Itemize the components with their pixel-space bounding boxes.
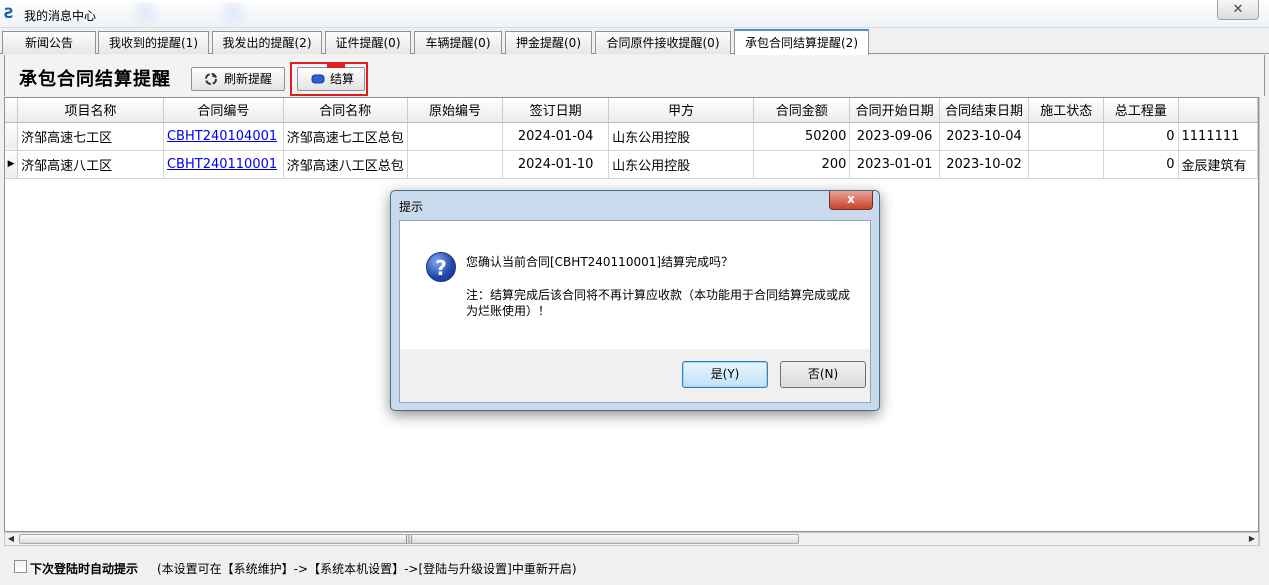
- cell-contract-number-link[interactable]: CBHT240104001: [163, 122, 284, 151]
- auto-prompt-note: (本设置可在【系统维护】->【系统本机设置】->[登陆与升级设置]中重新开启): [157, 562, 577, 576]
- row-header-corner: [5, 98, 19, 123]
- horizontal-scrollbar[interactable]: ◀ ||| ▶: [4, 532, 1259, 546]
- cell-end-date[interactable]: 2023-10-04: [939, 122, 1030, 151]
- cell-project-name[interactable]: 济邹高速七工区: [17, 122, 164, 151]
- refresh-icon: [205, 73, 217, 85]
- table-header-row: 项目名称 合同编号 合同名称 原始编号 签订日期 甲方 合同金额 合同开始日期 …: [5, 98, 1258, 123]
- cell-sign-date[interactable]: 2024-01-04: [502, 122, 610, 151]
- cell-construction-status[interactable]: [1028, 122, 1105, 151]
- background-toolbar-icon: [208, 2, 258, 26]
- dialog-close-button[interactable]: x: [829, 191, 873, 210]
- tab-vehicle-reminders[interactable]: 车辆提醒(0): [414, 31, 502, 54]
- cell-start-date[interactable]: 2023-09-06: [849, 122, 940, 151]
- column-header[interactable]: 合同开始日期: [849, 98, 940, 123]
- table-row[interactable]: 济邹高速七工区 CBHT240104001 济邹高速七工区总包 2024-01-…: [5, 122, 1258, 151]
- settle-button-label: 结算: [330, 72, 355, 86]
- dialog-title: 提示: [399, 200, 424, 214]
- panel-header: 承包合同结算提醒 刷新提醒 结算: [4, 55, 1265, 96]
- confirm-dialog: 提示 x ? 您确认当前合同[CBHT240110001]结算完成吗？ 注：结算…: [390, 190, 880, 411]
- tab-contract-original-reminders[interactable]: 合同原件接收提醒(0): [595, 31, 731, 54]
- dialog-body: ? 您确认当前合同[CBHT240110001]结算完成吗？ 注：结算完成后该合…: [399, 220, 871, 403]
- tab-certificate-reminders[interactable]: 证件提醒(0): [325, 31, 411, 54]
- scroll-right-icon[interactable]: ▶: [1246, 533, 1258, 545]
- settle-icon: [311, 74, 325, 84]
- no-button[interactable]: 否(N): [780, 361, 866, 388]
- cell-party-a[interactable]: 山东公用控股: [608, 150, 755, 179]
- column-header[interactable]: 施工状态: [1028, 98, 1105, 123]
- vertical-scrollbar[interactable]: [1259, 97, 1269, 546]
- cell-contract-number-link[interactable]: CBHT240110001: [163, 150, 284, 179]
- cell-original-number[interactable]: [407, 150, 504, 179]
- column-header[interactable]: 甲方: [608, 98, 755, 123]
- cell-sign-date[interactable]: 2024-01-10: [502, 150, 610, 179]
- settlement-table: 项目名称 合同编号 合同名称 原始编号 签订日期 甲方 合同金额 合同开始日期 …: [5, 98, 1258, 179]
- cell-construction-status[interactable]: [1028, 150, 1105, 179]
- cell-original-number[interactable]: [407, 122, 504, 151]
- column-header[interactable]: [1178, 98, 1258, 123]
- row-header[interactable]: [5, 122, 19, 151]
- cell-total-quantity[interactable]: 0: [1103, 122, 1179, 151]
- cell-end-date[interactable]: 2023-10-02: [939, 150, 1030, 179]
- column-header[interactable]: 总工程量: [1103, 98, 1179, 123]
- settle-button[interactable]: 结算: [297, 67, 365, 91]
- tab-bar: 新闻公告 我收到的提醒(1) 我发出的提醒(2) 证件提醒(0) 车辆提醒(0)…: [0, 28, 1269, 55]
- cell-start-date[interactable]: 2023-01-01: [849, 150, 940, 179]
- dialog-button-bar: 是(Y) 否(N): [400, 349, 870, 402]
- refresh-button-label: 刷新提醒: [224, 72, 273, 86]
- panel-title: 承包合同结算提醒: [19, 69, 171, 90]
- tab-news[interactable]: 新闻公告: [2, 31, 96, 54]
- window-title: 我的消息中心: [24, 9, 97, 23]
- column-header[interactable]: 签订日期: [502, 98, 610, 123]
- column-header[interactable]: 合同金额: [753, 98, 851, 123]
- dialog-message: 您确认当前合同[CBHT240110001]结算完成吗？: [466, 255, 734, 269]
- column-header[interactable]: 合同编号: [163, 98, 284, 123]
- cell-extra[interactable]: 1111111: [1178, 122, 1258, 151]
- app-logo-icon: Ƨ: [4, 6, 15, 22]
- current-row-marker[interactable]: ▶: [5, 150, 19, 179]
- window-close-button[interactable]: ✕: [1217, 0, 1259, 20]
- cell-project-name[interactable]: 济邹高速八工区: [17, 150, 164, 179]
- question-icon: ?: [426, 252, 456, 282]
- horizontal-scroll-thumb[interactable]: |||: [19, 534, 799, 544]
- tab-contract-settlement-reminders[interactable]: 承包合同结算提醒(2): [734, 29, 869, 55]
- highlight-marker: [327, 62, 345, 68]
- column-header[interactable]: 合同结束日期: [939, 98, 1030, 123]
- column-header[interactable]: 项目名称: [17, 98, 164, 123]
- column-header[interactable]: 原始编号: [407, 98, 504, 123]
- cell-party-a[interactable]: 山东公用控股: [608, 122, 755, 151]
- dialog-note: 注：结算完成后该合同将不再计算应收款（本功能用于合同结算完成或成为烂账使用）！: [466, 288, 851, 318]
- tab-received-reminders[interactable]: 我收到的提醒(1): [98, 31, 209, 54]
- cell-extra[interactable]: 金辰建筑有: [1178, 150, 1258, 179]
- cell-total-quantity[interactable]: 0: [1103, 150, 1179, 179]
- window-titlebar: Ƨ 我的消息中心 ✕: [0, 0, 1269, 28]
- auto-prompt-checkbox[interactable]: [14, 560, 27, 573]
- tab-sent-reminders[interactable]: 我发出的提醒(2): [212, 31, 322, 54]
- column-header[interactable]: 合同名称: [283, 98, 408, 123]
- tab-deposit-reminders[interactable]: 押金提醒(0): [505, 31, 592, 54]
- table-row[interactable]: ▶ 济邹高速八工区 CBHT240110001 济邹高速八工区总包 2024-0…: [5, 150, 1258, 179]
- refresh-button[interactable]: 刷新提醒: [191, 67, 285, 91]
- auto-prompt-label[interactable]: 下次登陆时自动提示: [30, 560, 138, 577]
- footer: 下次登陆时自动提示 (本设置可在【系统维护】->【系统本机设置】->[登陆与升级…: [0, 550, 1269, 585]
- background-toolbar-icon: [120, 2, 170, 26]
- cell-contract-amount[interactable]: 200: [753, 150, 851, 179]
- cell-contract-name[interactable]: 济邹高速七工区总包: [283, 122, 408, 151]
- scroll-left-icon[interactable]: ◀: [5, 533, 17, 545]
- cell-contract-amount[interactable]: 50200: [753, 122, 851, 151]
- cell-contract-name[interactable]: 济邹高速八工区总包: [283, 150, 408, 179]
- yes-button[interactable]: 是(Y): [682, 361, 768, 388]
